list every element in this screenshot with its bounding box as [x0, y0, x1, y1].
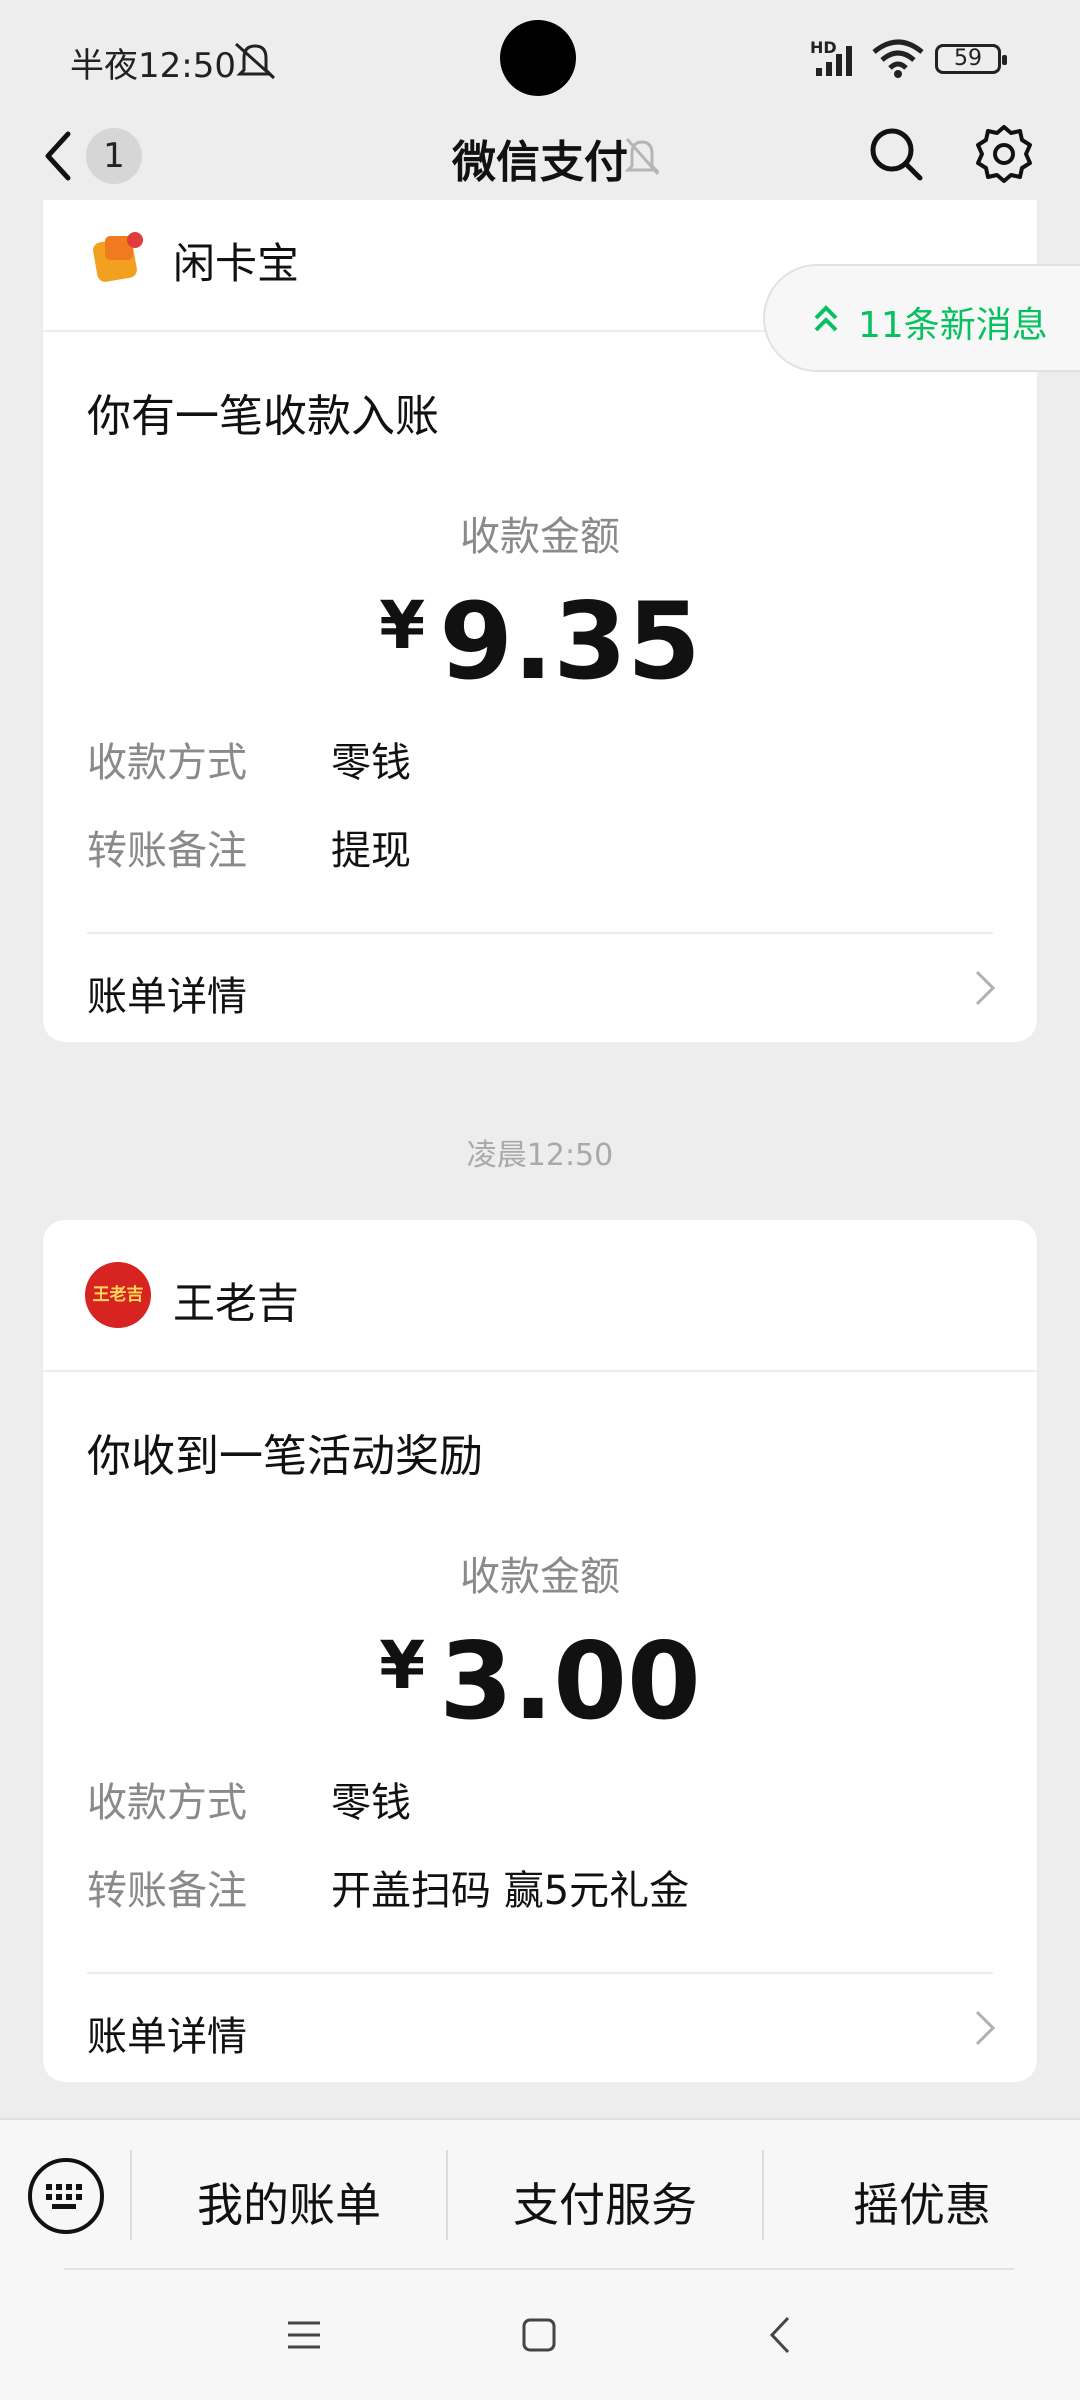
bill-detail-label: 账单详情: [87, 974, 247, 1020]
new-messages-label[interactable]: 11条新消息: [858, 296, 1048, 348]
row-value: 提现: [331, 828, 411, 874]
gear-icon[interactable]: [974, 124, 1034, 184]
wifi-icon: [872, 39, 924, 78]
merchant-name: 王老吉: [173, 1279, 300, 1328]
bell-off-icon: [624, 138, 660, 175]
menu-payment-services[interactable]: 支付服务: [448, 2165, 762, 2245]
card-headline: 你有一笔收款入账: [87, 391, 439, 442]
amount-number: 3.00: [439, 1620, 701, 1743]
amount-value: ¥3.00: [43, 1620, 1037, 1743]
back-nav-icon[interactable]: [766, 2314, 794, 2356]
row-label: 转账备注: [87, 1868, 247, 1914]
menu-my-bills[interactable]: 我的账单: [132, 2165, 446, 2245]
chevron-right-icon: [975, 970, 996, 1006]
status-time: 半夜12:50: [70, 46, 236, 86]
page-title-text: 微信支付: [452, 137, 628, 188]
signal-icon: [816, 46, 852, 76]
divider: [43, 1370, 1037, 1372]
amount-label: 收款金额: [460, 514, 620, 560]
row-value: 零钱: [331, 740, 411, 786]
menu-shake-deals[interactable]: 摇优惠: [764, 2165, 1080, 2245]
amount-number: 9.35: [439, 580, 701, 703]
divider: [64, 2268, 1014, 2270]
bill-detail-label: 账单详情: [87, 2014, 247, 2060]
payment-card: 王老吉 王老吉 你收到一笔活动奖励 收款金额 ¥3.00 收款方式 零钱 转账备…: [43, 1220, 1037, 2082]
bottom-menu: [0, 2118, 1080, 2400]
row-label: 收款方式: [87, 740, 247, 786]
bill-detail-link[interactable]: 账单详情: [43, 1974, 1037, 2082]
row-value: 开盖扫码 赢5元礼金: [331, 1868, 690, 1914]
keyboard-icon[interactable]: [28, 2158, 104, 2234]
merchant-logo: [93, 232, 143, 282]
search-icon[interactable]: [868, 126, 924, 182]
currency-symbol: ¥: [379, 587, 426, 664]
amount-value: ¥9.35: [43, 580, 1037, 703]
card-headline: 你收到一笔活动奖励: [87, 1431, 483, 1482]
keyboard-keys: [46, 2184, 82, 2209]
bill-detail-link[interactable]: 账单详情: [43, 934, 1037, 1042]
amount-label: 收款金额: [460, 1554, 620, 1600]
row-label: 收款方式: [87, 1780, 247, 1826]
mute-icon: [234, 42, 276, 80]
row-label: 转账备注: [87, 828, 247, 874]
message-timestamp: 凌晨12:50: [466, 1138, 614, 1173]
front-camera: [500, 20, 576, 96]
currency-symbol: ¥: [379, 1627, 426, 1704]
merchant-logo: 王老吉: [85, 1262, 151, 1328]
menu-nav-icon[interactable]: [284, 2318, 324, 2352]
double-chevron-up-icon: [814, 305, 838, 332]
home-nav-icon[interactable]: [520, 2316, 558, 2354]
battery-icon: 59: [935, 44, 1007, 74]
row-value: 零钱: [331, 1780, 411, 1826]
chevron-right-icon: [975, 2010, 996, 2046]
merchant-name: 闲卡宝: [173, 239, 300, 288]
